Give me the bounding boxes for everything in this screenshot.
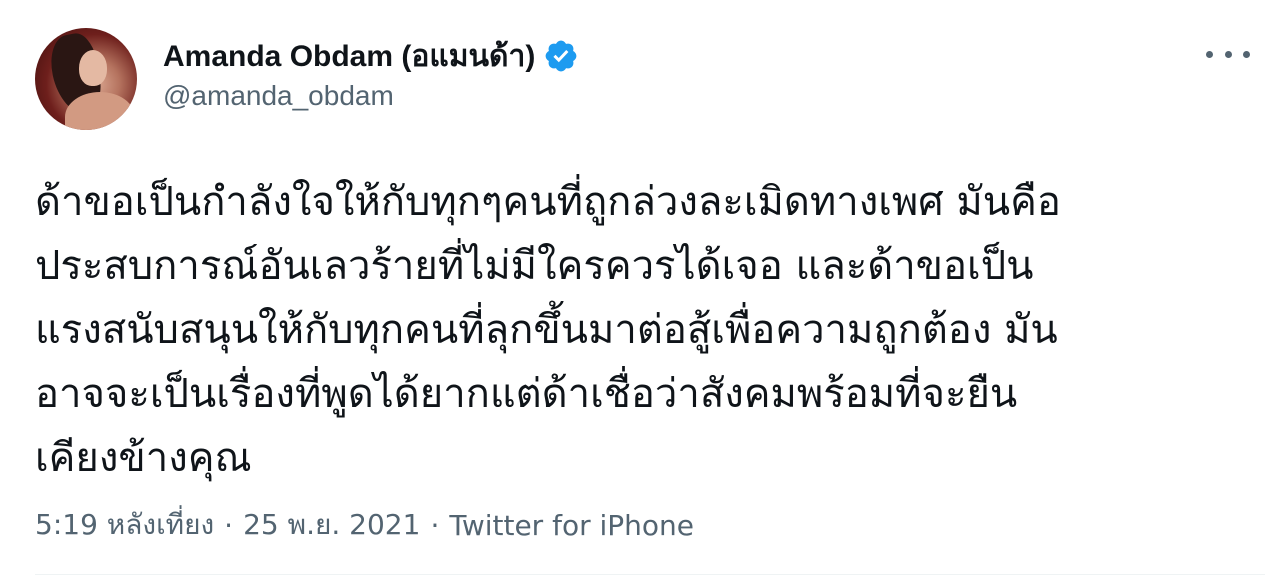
- tweet-text-line: ประสบการณ์อันเลวร้ายที่ไม่มีใครควรได้เจอ…: [35, 243, 1034, 289]
- tweet-source[interactable]: Twitter for iPhone: [449, 509, 694, 542]
- tweet-text-line: อาจจะเป็นเรื่องที่พูดได้ยากแต่ด้าเชื่อว่…: [35, 371, 1018, 417]
- more-dot: [1243, 50, 1250, 58]
- avatar-shoulder: [65, 92, 135, 130]
- tweet-text-line: เคียงข้างคุณ: [35, 435, 252, 481]
- tweet-text-line: แรงสนับสนุนให้กับทุกคนที่ลุกขึ้นมาต่อสู้…: [35, 307, 1058, 353]
- tweet-time[interactable]: 5:19 หลังเที่ยง: [35, 503, 214, 547]
- tweet-date[interactable]: 25 พ.ย. 2021: [243, 503, 420, 547]
- author-name-row[interactable]: Amanda Obdam (อแมนด้า): [163, 34, 579, 78]
- meta-separator: ·: [224, 508, 234, 542]
- tweet-meta: 5:19 หลังเที่ยง · 25 พ.ย. 2021 · Twitter…: [35, 503, 694, 547]
- verified-badge-icon: [545, 40, 577, 72]
- more-dot: [1224, 50, 1232, 58]
- tweet-text-line: ด้าขอเป็นกำลังใจให้กับทุกๆคนที่ถูกล่วงละ…: [35, 179, 1061, 225]
- author-handle[interactable]: @amanda_obdam: [163, 80, 394, 112]
- meta-separator: ·: [430, 508, 440, 542]
- more-options-icon[interactable]: [1206, 40, 1250, 68]
- divider: [35, 574, 1265, 575]
- author-display-name[interactable]: Amanda Obdam (อแมนด้า): [163, 33, 535, 80]
- tweet-card: Amanda Obdam (อแมนด้า) @amanda_obdam ด้า…: [0, 0, 1280, 583]
- avatar[interactable]: [35, 28, 137, 130]
- avatar-face: [79, 50, 107, 86]
- more-dot: [1206, 50, 1213, 58]
- tweet-text: ด้าขอเป็นกำลังใจให้กับทุกๆคนที่ถูกล่วงละ…: [35, 170, 1265, 490]
